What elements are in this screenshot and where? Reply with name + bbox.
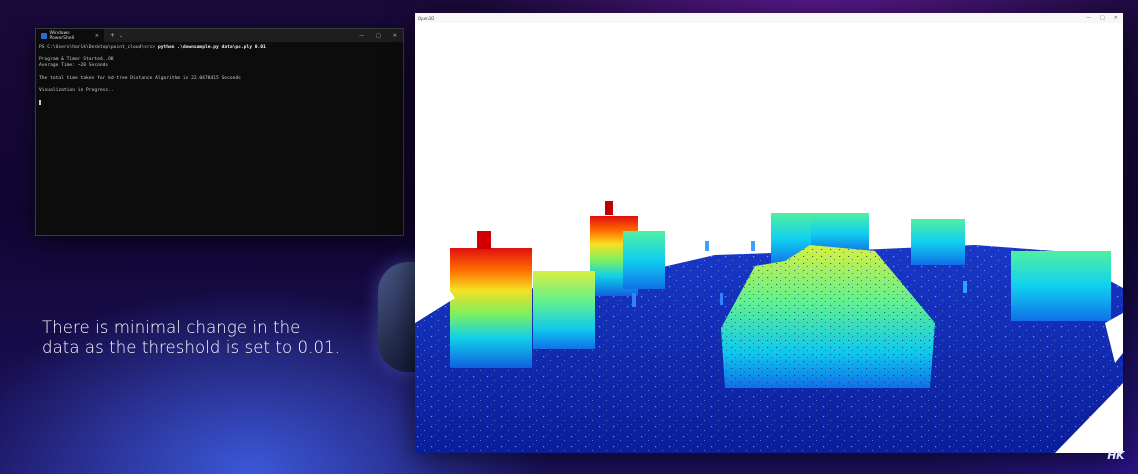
terminal-line: The total time taken for kd-tree Distanc… <box>39 75 241 81</box>
new-tab-button[interactable]: + <box>110 32 115 39</box>
viewer-minimize-button[interactable]: — <box>1086 15 1091 21</box>
caption-line: There is minimal change in the <box>42 318 301 337</box>
building <box>450 248 532 368</box>
pole <box>751 241 755 251</box>
powershell-window[interactable]: Windows PowerShell × + ⌄ — □ ✕ PS C:\Use… <box>35 28 404 236</box>
pole <box>963 281 967 293</box>
viewer-close-button[interactable]: ✕ <box>1114 15 1118 21</box>
open3d-viewer-window[interactable]: Open3D — □ ✕ <box>415 13 1123 453</box>
building-chimney <box>605 201 613 215</box>
viewer-titlebar[interactable]: Open3D — □ ✕ <box>415 13 1123 23</box>
terminal-output[interactable]: PS C:\Users\harik\Desktop\point_cloud\sr… <box>36 42 403 111</box>
building-chimney <box>477 231 491 249</box>
building <box>623 231 665 289</box>
pole <box>705 241 709 251</box>
terminal-prompt: PS C:\Users\harik\Desktop\point_cloud\sr… <box>39 45 158 50</box>
minimize-button[interactable]: — <box>359 33 364 39</box>
powershell-icon <box>41 32 47 39</box>
building <box>533 271 595 349</box>
tab-close-icon[interactable]: × <box>95 33 99 39</box>
pole <box>632 293 636 307</box>
terminal-cursor <box>39 100 41 106</box>
close-button[interactable]: ✕ <box>393 33 397 39</box>
viewer-maximize-button[interactable]: □ <box>1100 15 1105 21</box>
terminal-line: Program & Timer Started..OK <box>39 57 114 63</box>
building <box>1011 251 1111 321</box>
building <box>911 219 965 265</box>
point-cloud-canvas[interactable] <box>415 23 1123 453</box>
terminal-tab-title: Windows PowerShell <box>49 30 75 41</box>
terminal-line: Average Time: ~20 Seconds <box>39 63 109 69</box>
caption-text: There is minimal change in the data as t… <box>42 318 372 358</box>
terminal-line: Visualization in Progress.. <box>39 87 114 93</box>
terminal-titlebar[interactable]: Windows PowerShell × + ⌄ — □ ✕ <box>36 29 403 42</box>
maximize-button[interactable]: □ <box>376 33 381 39</box>
caption-line: data as the threshold is set to 0.01. <box>42 338 341 357</box>
pole <box>720 293 723 305</box>
viewer-title: Open3D <box>418 15 435 21</box>
terminal-command: python .\downsample.py data\pc.ply 0.01 <box>157 45 266 50</box>
hk-logo: HK <box>1107 449 1124 462</box>
terminal-tab[interactable]: Windows PowerShell × <box>36 29 104 42</box>
tab-dropdown-icon[interactable]: ⌄ <box>119 33 123 39</box>
